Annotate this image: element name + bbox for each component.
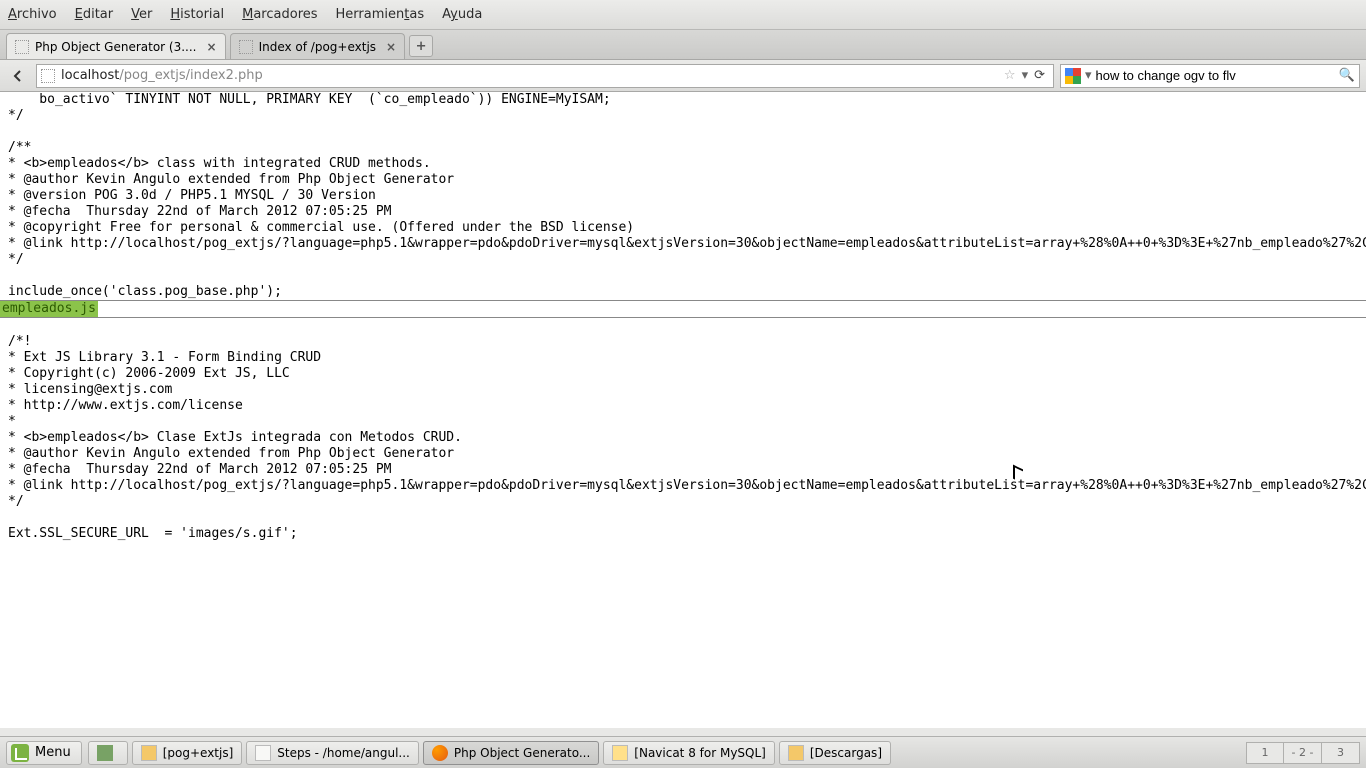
start-menu-label: Menu bbox=[35, 745, 71, 760]
menu-editar[interactable]: Editar bbox=[75, 7, 114, 22]
desktop-icon bbox=[97, 745, 113, 761]
task-label: [Descargas] bbox=[810, 746, 882, 760]
tab-label: Php Object Generator (3.... bbox=[35, 40, 197, 54]
chevron-down-icon[interactable]: ▾ bbox=[1022, 68, 1029, 83]
start-menu-button[interactable]: Menu bbox=[6, 741, 82, 765]
task-label: [pog+extjs] bbox=[163, 746, 234, 760]
workspace-1[interactable]: 1 bbox=[1246, 742, 1284, 764]
menu-marcadores[interactable]: Marcadores bbox=[242, 7, 317, 22]
favicon-icon bbox=[41, 69, 55, 83]
menu-ver[interactable]: Ver bbox=[131, 7, 152, 22]
menu-ayuda[interactable]: Ayuda bbox=[442, 7, 482, 22]
code-block-bottom: /*! * Ext JS Library 3.1 - Form Binding … bbox=[8, 334, 1366, 541]
browser-navbar: localhost/pog_extjs/index2.php ☆ ▾ ⟳ ▾ 🔍 bbox=[0, 60, 1366, 92]
close-icon[interactable]: × bbox=[386, 40, 396, 54]
google-icon bbox=[1065, 68, 1081, 84]
search-bar[interactable]: ▾ 🔍 bbox=[1060, 64, 1360, 88]
favicon-icon bbox=[15, 40, 29, 54]
workspace-2[interactable]: - 2 - bbox=[1284, 742, 1322, 764]
search-input[interactable] bbox=[1096, 68, 1339, 83]
file-label: empleados.js bbox=[0, 301, 98, 317]
back-button[interactable] bbox=[6, 64, 30, 88]
bookmark-icon[interactable]: ☆ bbox=[1004, 68, 1016, 83]
document-icon bbox=[255, 745, 271, 761]
workspace-3[interactable]: 3 bbox=[1322, 742, 1360, 764]
firefox-icon bbox=[432, 745, 448, 761]
arrow-left-icon bbox=[11, 69, 25, 83]
search-icon[interactable]: 🔍 bbox=[1339, 68, 1355, 83]
url-path: /pog_extjs/index2.php bbox=[119, 68, 262, 83]
task-pog-extjs[interactable]: [pog+extjs] bbox=[132, 741, 243, 765]
menu-archivo[interactable]: Archivo bbox=[8, 7, 57, 22]
task-label: Steps - /home/angul... bbox=[277, 746, 410, 760]
file-separator: empleados.js bbox=[0, 300, 1366, 318]
url-bar[interactable]: localhost/pog_extjs/index2.php ☆ ▾ ⟳ bbox=[36, 64, 1054, 88]
menu-herramientas[interactable]: Herramientas bbox=[336, 7, 425, 22]
task-navicat[interactable]: [Navicat 8 for MySQL] bbox=[603, 741, 775, 765]
tab-label: Index of /pog+extjs bbox=[259, 40, 376, 54]
os-taskbar: Menu [pog+extjs] Steps - /home/angul... … bbox=[0, 736, 1366, 768]
task-steps[interactable]: Steps - /home/angul... bbox=[246, 741, 419, 765]
task-firefox[interactable]: Php Object Generato... bbox=[423, 741, 599, 765]
tab-index[interactable]: Index of /pog+extjs × bbox=[230, 33, 406, 59]
chevron-down-icon[interactable]: ▾ bbox=[1085, 68, 1092, 83]
task-label: Php Object Generato... bbox=[454, 746, 590, 760]
menu-historial[interactable]: Historial bbox=[170, 7, 224, 22]
close-icon[interactable]: × bbox=[207, 40, 217, 54]
task-label: [Navicat 8 for MySQL] bbox=[634, 746, 766, 760]
tab-pog[interactable]: Php Object Generator (3.... × bbox=[6, 33, 226, 59]
new-tab-button[interactable]: + bbox=[409, 35, 433, 57]
page-content[interactable]: bo_activo` TINYINT NOT NULL, PRIMARY KEY… bbox=[0, 92, 1366, 728]
database-icon bbox=[612, 745, 628, 761]
favicon-icon bbox=[239, 40, 253, 54]
workspace-pager[interactable]: 1 - 2 - 3 bbox=[1246, 742, 1360, 764]
task-descargas[interactable]: [Descargas] bbox=[779, 741, 891, 765]
url-host: localhost bbox=[61, 68, 119, 83]
app-menubar: Archivo Editar Ver Historial Marcadores … bbox=[0, 0, 1366, 30]
folder-icon bbox=[141, 745, 157, 761]
code-block-top: bo_activo` TINYINT NOT NULL, PRIMARY KEY… bbox=[8, 92, 1366, 299]
mint-logo-icon bbox=[11, 744, 29, 762]
browser-tabstrip: Php Object Generator (3.... × Index of /… bbox=[0, 30, 1366, 60]
folder-icon bbox=[788, 745, 804, 761]
show-desktop-button[interactable] bbox=[88, 741, 128, 765]
reload-icon[interactable]: ⟳ bbox=[1034, 68, 1045, 83]
url-text: localhost/pog_extjs/index2.php bbox=[61, 68, 1000, 83]
